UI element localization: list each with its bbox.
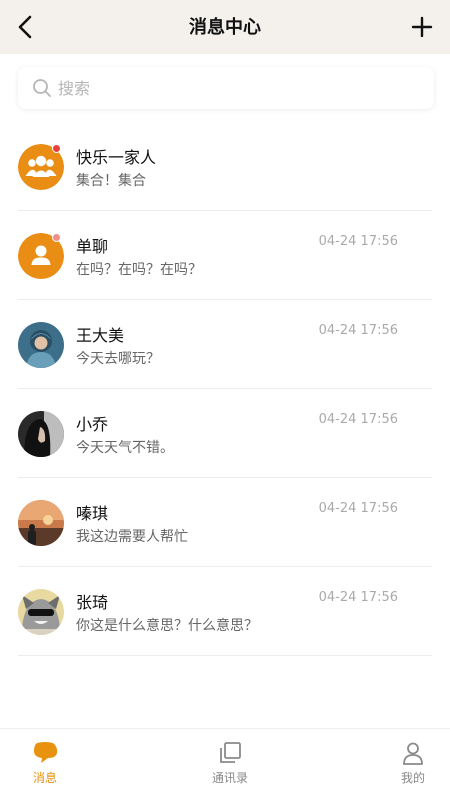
conversation-preview: 今天去哪玩？ [76, 351, 160, 367]
conversation-time: 04-24 17:56 [318, 234, 398, 249]
top-bar: 消息中心 [0, 0, 450, 54]
tab-label: 消息 [32, 771, 57, 785]
tab-label: 通讯录 [211, 771, 248, 785]
conversation-item[interactable]: 快乐一家人 集合！集合 [18, 122, 432, 211]
avatar [18, 589, 64, 635]
tab-contacts[interactable]: 通讯录 [185, 729, 275, 800]
avatar [18, 500, 64, 546]
conversation-item[interactable]: 张琦 你这是什么意思？什么意思？ 04-24 17:56 [18, 567, 432, 656]
search-icon [33, 79, 51, 97]
conversation-time: 04-24 17:56 [318, 501, 398, 516]
avatar-photo [18, 500, 64, 546]
avatar-photo [18, 322, 64, 368]
page-title: 消息中心 [189, 17, 261, 38]
conversation-item[interactable]: 王大美 今天去哪玩？ 04-24 17:56 [18, 300, 432, 389]
chat-icon [34, 742, 58, 763]
tab-messages[interactable]: 消息 [0, 729, 90, 800]
search-input[interactable] [58, 67, 418, 109]
conversation-list: 快乐一家人 集合！集合 单聊 在吗？在吗？在吗？ 04-24 17:56 王大美 [18, 122, 432, 656]
avatar [18, 322, 64, 368]
conversation-name: 嗪琪 [76, 504, 109, 523]
search-bar[interactable] [18, 67, 434, 109]
profile-icon [403, 742, 423, 765]
plus-icon [411, 16, 433, 38]
unread-dot [52, 233, 61, 242]
conversation-name: 单聊 [76, 237, 109, 256]
bottom-tab-bar: 消息 通讯录 我的 [0, 728, 450, 800]
add-button[interactable] [410, 15, 434, 39]
tab-profile[interactable]: 我的 [368, 729, 450, 800]
conversation-name: 小乔 [76, 415, 109, 434]
conversation-preview: 今天天气不错。 [76, 440, 174, 456]
conversation-item[interactable]: 小乔 今天天气不错。 04-24 17:56 [18, 389, 432, 478]
conversation-name: 王大美 [76, 326, 125, 345]
contacts-icon [220, 742, 241, 763]
conversation-time: 04-24 17:56 [318, 323, 398, 338]
conversation-item[interactable]: 嗪琪 我这边需要人帮忙 04-24 17:56 [18, 478, 432, 567]
conversation-preview: 你这是什么意思？什么意思？ [76, 618, 258, 634]
avatar-photo [18, 411, 64, 457]
conversation-time: 04-24 17:56 [318, 590, 398, 605]
unread-dot [52, 144, 61, 153]
conversation-preview: 在吗？在吗？在吗？ [76, 262, 202, 278]
conversation-item[interactable]: 单聊 在吗？在吗？在吗？ 04-24 17:56 [18, 211, 432, 300]
tab-label: 我的 [400, 771, 425, 785]
conversation-name: 快乐一家人 [76, 148, 157, 167]
conversation-name: 张琦 [76, 593, 109, 612]
conversation-time: 04-24 17:56 [318, 412, 398, 427]
conversation-preview: 我这边需要人帮忙 [76, 529, 188, 545]
avatar [18, 411, 64, 457]
conversation-preview: 集合！集合 [76, 173, 146, 189]
avatar-photo [18, 589, 64, 635]
